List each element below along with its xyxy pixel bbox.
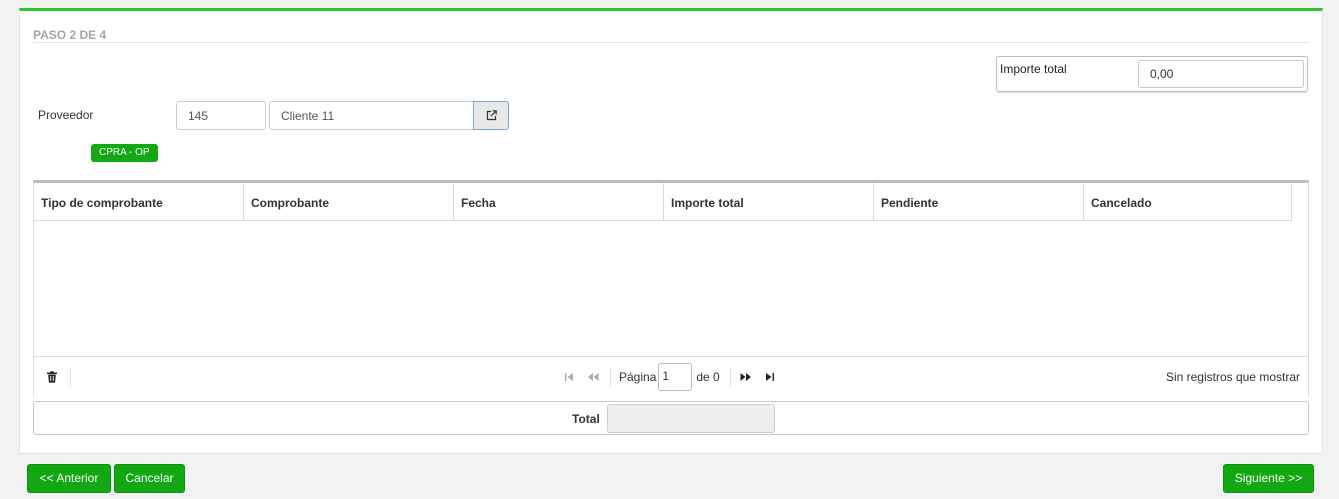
proveedor-label: Proveedor	[38, 108, 94, 122]
column-header[interactable]: Pendiente	[874, 183, 1084, 221]
wizard-panel: PASO 2 DE 4 Importe total 0,00 Proveedor…	[19, 8, 1323, 454]
step-title: PASO 2 DE 4	[33, 28, 107, 42]
trash-icon[interactable]	[46, 371, 58, 383]
previous-button[interactable]: << Anterior	[27, 464, 111, 493]
separator	[610, 367, 611, 387]
page-count-label: de 0	[696, 370, 720, 384]
divider	[33, 42, 1310, 43]
column-header[interactable]: Comprobante	[244, 183, 454, 221]
external-link-icon	[486, 110, 497, 121]
next-button[interactable]: Siguiente >>	[1223, 464, 1314, 493]
prev-page-icon[interactable]	[586, 370, 600, 384]
column-header[interactable]: Tipo de comprobante	[34, 183, 244, 221]
separator	[729, 367, 731, 387]
total-row: Total	[33, 401, 1309, 435]
total-label: Total	[572, 412, 600, 426]
cpra-op-badge[interactable]: CPRA - OP	[91, 144, 158, 162]
proveedor-open-button[interactable]	[473, 101, 509, 130]
column-header[interactable]: Fecha	[454, 183, 664, 221]
proveedor-name-input[interactable]: Cliente 11	[269, 101, 474, 130]
grid-footer: Página 1 de 0 Sin registros que mostrar	[34, 356, 1308, 397]
page-label: Página	[619, 370, 657, 384]
importe-total-input[interactable]: 0,00	[1138, 60, 1304, 88]
proveedor-code-input[interactable]: 145	[176, 101, 266, 130]
column-header[interactable]: Importe total	[664, 183, 874, 221]
importe-total-label: Importe total	[1000, 62, 1067, 76]
last-page-icon[interactable]	[763, 370, 777, 384]
empty-records-message: Sin registros que mostrar	[1165, 370, 1300, 384]
cancel-button[interactable]: Cancelar	[114, 464, 185, 493]
total-value-field	[607, 404, 775, 433]
importe-total-box: Importe total 0,00	[996, 56, 1308, 92]
comprobantes-grid: Tipo de comprobante Comprobante Fecha Im…	[33, 180, 1309, 397]
next-page-icon[interactable]	[739, 370, 753, 384]
column-header[interactable]: Cancelado	[1084, 183, 1292, 221]
pager: Página 1 de 0	[562, 363, 787, 391]
page-number-input[interactable]: 1	[658, 363, 693, 391]
separator	[70, 367, 71, 387]
grid-header: Tipo de comprobante Comprobante Fecha Im…	[34, 183, 1292, 221]
first-page-icon[interactable]	[562, 370, 576, 384]
